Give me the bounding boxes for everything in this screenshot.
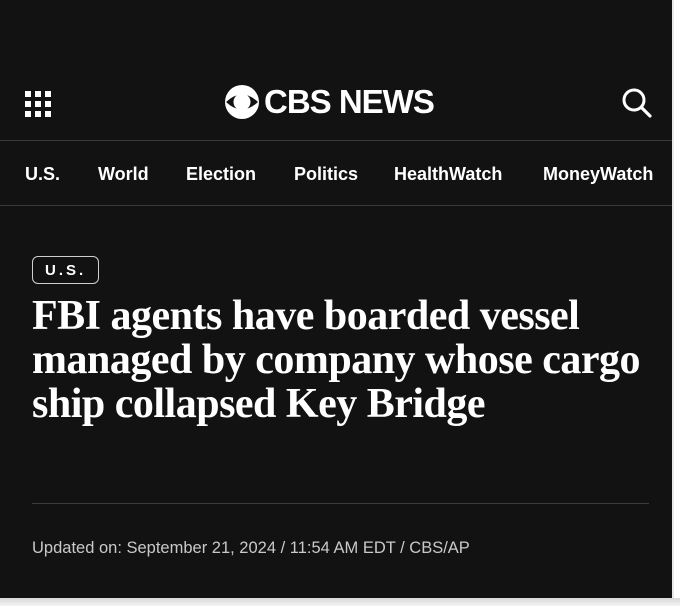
section-nav: U.S. World Election Politics HealthWatch…: [0, 141, 672, 206]
news-page: CBS NEWS U.S. World Election Politics He…: [0, 0, 674, 600]
nav-item-politics[interactable]: Politics: [294, 163, 358, 185]
logo-text: CBS NEWS: [264, 83, 435, 120]
article-headline: FBI agents have boarded vessel managed b…: [32, 293, 641, 427]
nav-item-healthwatch[interactable]: HealthWatch: [394, 163, 502, 185]
cbs-eye-icon: [225, 85, 259, 119]
grid-menu-icon[interactable]: [25, 91, 51, 117]
site-header: CBS NEWS: [0, 0, 672, 141]
nav-item-world[interactable]: World: [98, 163, 149, 185]
page-bottom-edge: [0, 598, 680, 606]
nav-item-moneywatch[interactable]: MoneyWatch: [543, 163, 653, 185]
search-icon[interactable]: [621, 87, 653, 119]
divider: [32, 503, 649, 504]
nav-item-election[interactable]: Election: [186, 163, 256, 185]
nav-item-us[interactable]: U.S.: [25, 163, 60, 185]
cbs-news-logo[interactable]: CBS NEWS: [224, 82, 435, 122]
article-meta: Updated on: September 21, 2024 / 11:54 A…: [32, 539, 470, 557]
section-tag[interactable]: U.S.: [32, 256, 100, 284]
